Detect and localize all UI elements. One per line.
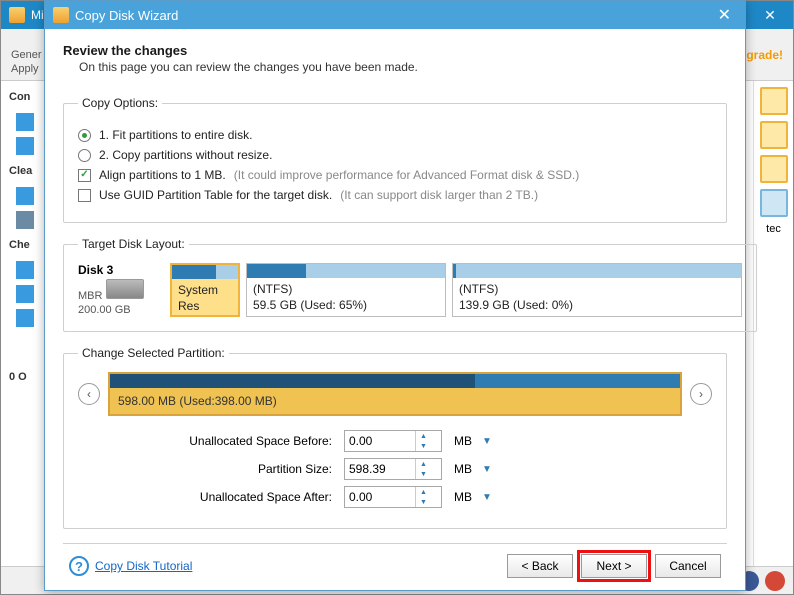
copy-options-legend: Copy Options: — [78, 96, 162, 110]
spin-up-icon[interactable]: ▲ — [416, 431, 431, 441]
option-use-gpt[interactable]: Use GUID Partition Table for the target … — [78, 188, 712, 202]
option-hint: (It can support disk larger than 2 TB.) — [340, 188, 538, 202]
left-icon-1[interactable] — [16, 113, 34, 131]
main-left-panel: Con Clea Che 0 O — [1, 81, 49, 566]
input-field[interactable] — [345, 431, 415, 451]
option-copy-without-resize[interactable]: 2. Copy partitions without resize. — [78, 148, 712, 162]
input-unallocated-before[interactable]: ▲▼ — [344, 430, 442, 452]
left-icon-3[interactable] — [16, 187, 34, 205]
radio-icon — [78, 149, 91, 162]
copy-disk-tutorial-link[interactable]: Copy Disk Tutorial — [95, 559, 192, 573]
partition-2[interactable]: (NTFS)59.5 GB (Used: 65%) — [246, 263, 446, 317]
gplus-icon[interactable] — [765, 571, 785, 591]
unit-label: MB — [454, 462, 472, 476]
disk-row: Disk 3 MBR 200.00 GB System Res598 MB (U… — [78, 263, 742, 317]
thumb-3[interactable] — [760, 155, 788, 183]
copy-disk-wizard-dialog: Copy Disk Wizard ✕ Review the changes On… — [44, 0, 746, 591]
trash-icon[interactable] — [16, 211, 34, 229]
unit-dropdown-icon[interactable]: ▼ — [482, 492, 492, 503]
left-label-zero: 0 O — [1, 367, 48, 387]
input-unallocated-after[interactable]: ▲▼ — [344, 486, 442, 508]
option-fit-entire-disk[interactable]: 1. Fit partitions to entire disk. — [78, 128, 712, 142]
next-button[interactable]: Next > — [581, 554, 647, 578]
left-icon-6[interactable] — [16, 309, 34, 327]
left-label-check: Che — [1, 235, 48, 255]
label-size: Partition Size: — [78, 462, 338, 476]
option-hint: (It could improve performance for Advanc… — [234, 168, 579, 182]
disk-icon — [106, 279, 144, 299]
option-label: 1. Fit partitions to entire disk. — [99, 128, 252, 142]
left-label-clean: Clea — [1, 161, 48, 181]
disk-size: 200.00 GB — [78, 304, 131, 316]
spin-up-icon[interactable]: ▲ — [416, 459, 431, 469]
left-icon-5[interactable] — [16, 285, 34, 303]
thumb-4[interactable] — [760, 189, 788, 217]
main-right-panel: tec — [753, 81, 793, 566]
toolbar-general[interactable]: Gener — [11, 49, 42, 61]
checkbox-icon — [78, 169, 91, 182]
option-label: Use GUID Partition Table for the target … — [99, 188, 332, 202]
help-icon[interactable]: ? — [69, 556, 89, 576]
row-unallocated-after: Unallocated Space After: ▲▼ MB ▼ — [78, 486, 712, 508]
app-icon — [9, 7, 25, 23]
wizard-titlebar: Copy Disk Wizard ✕ — [45, 1, 745, 29]
label-after: Unallocated Space After: — [78, 490, 338, 504]
next-partition-button[interactable]: › — [690, 383, 712, 405]
change-row: ‹ 598.00 MB (Used:398.00 MB) › — [78, 372, 712, 416]
partition-form: Unallocated Space Before: ▲▼ MB ▼ Partit… — [78, 430, 712, 508]
label-before: Unallocated Space Before: — [78, 434, 338, 448]
left-icon-4[interactable] — [16, 261, 34, 279]
right-label: tec — [754, 223, 793, 235]
input-partition-size[interactable]: ▲▼ — [344, 458, 442, 480]
left-label-con: Con — [1, 87, 48, 107]
change-partition-legend: Change Selected Partition: — [78, 346, 229, 360]
disk-type: MBR — [78, 290, 102, 302]
disk-name: Disk 3 — [78, 263, 113, 277]
wizard-close-icon[interactable]: ✕ — [712, 5, 737, 25]
option-label: Align partitions to 1 MB. — [99, 168, 226, 182]
target-disk-layout-group: Target Disk Layout: Disk 3 MBR 200.00 GB… — [63, 237, 757, 332]
change-partition-group: Change Selected Partition: ‹ 598.00 MB (… — [63, 346, 727, 529]
spin-down-icon[interactable]: ▼ — [416, 497, 431, 507]
unit-dropdown-icon[interactable]: ▼ — [482, 436, 492, 447]
wizard-body: Review the changes On this page you can … — [45, 29, 745, 590]
copy-options-group: Copy Options: 1. Fit partitions to entir… — [63, 96, 727, 223]
row-partition-size: Partition Size: ▲▼ MB ▼ — [78, 458, 712, 480]
target-layout-legend: Target Disk Layout: — [78, 237, 189, 251]
partition-3[interactable]: (NTFS)139.9 GB (Used: 0%) — [452, 263, 742, 317]
wizard-header: Review the changes On this page you can … — [63, 43, 727, 74]
spin-up-icon[interactable]: ▲ — [416, 487, 431, 497]
wizard-icon — [53, 7, 69, 23]
selected-partition-text: 598.00 MB (Used:398.00 MB) — [118, 394, 277, 408]
unit-label: MB — [454, 434, 472, 448]
wizard-footer: ? Copy Disk Tutorial < Back Next > Cance… — [63, 543, 727, 590]
toolbar-apply[interactable]: Apply — [11, 63, 39, 75]
option-label: 2. Copy partitions without resize. — [99, 148, 272, 162]
unit-label: MB — [454, 490, 472, 504]
spin-down-icon[interactable]: ▼ — [416, 441, 431, 451]
wizard-subheading: On this page you can review the changes … — [63, 60, 727, 74]
radio-icon — [78, 129, 91, 142]
input-field[interactable] — [345, 459, 415, 479]
upgrade-label[interactable]: grade! — [746, 48, 783, 62]
wizard-heading: Review the changes — [63, 43, 727, 58]
left-icon-2[interactable] — [16, 137, 34, 155]
close-button[interactable]: ✕ — [755, 7, 785, 24]
partition-1[interactable]: System Res598 MB (Use — [170, 263, 240, 317]
spin-down-icon[interactable]: ▼ — [416, 469, 431, 479]
cancel-button[interactable]: Cancel — [655, 554, 721, 578]
thumb-2[interactable] — [760, 121, 788, 149]
wizard-title: Copy Disk Wizard — [75, 8, 712, 23]
checkbox-icon — [78, 189, 91, 202]
input-field[interactable] — [345, 487, 415, 507]
prev-partition-button[interactable]: ‹ — [78, 383, 100, 405]
thumb-1[interactable] — [760, 87, 788, 115]
option-align-1mb[interactable]: Align partitions to 1 MB. (It could impr… — [78, 168, 712, 182]
disk-info: Disk 3 MBR 200.00 GB — [78, 263, 164, 317]
unit-dropdown-icon[interactable]: ▼ — [482, 464, 492, 475]
row-unallocated-before: Unallocated Space Before: ▲▼ MB ▼ — [78, 430, 712, 452]
back-button[interactable]: < Back — [507, 554, 573, 578]
selected-partition-bar[interactable]: 598.00 MB (Used:398.00 MB) — [108, 372, 682, 416]
